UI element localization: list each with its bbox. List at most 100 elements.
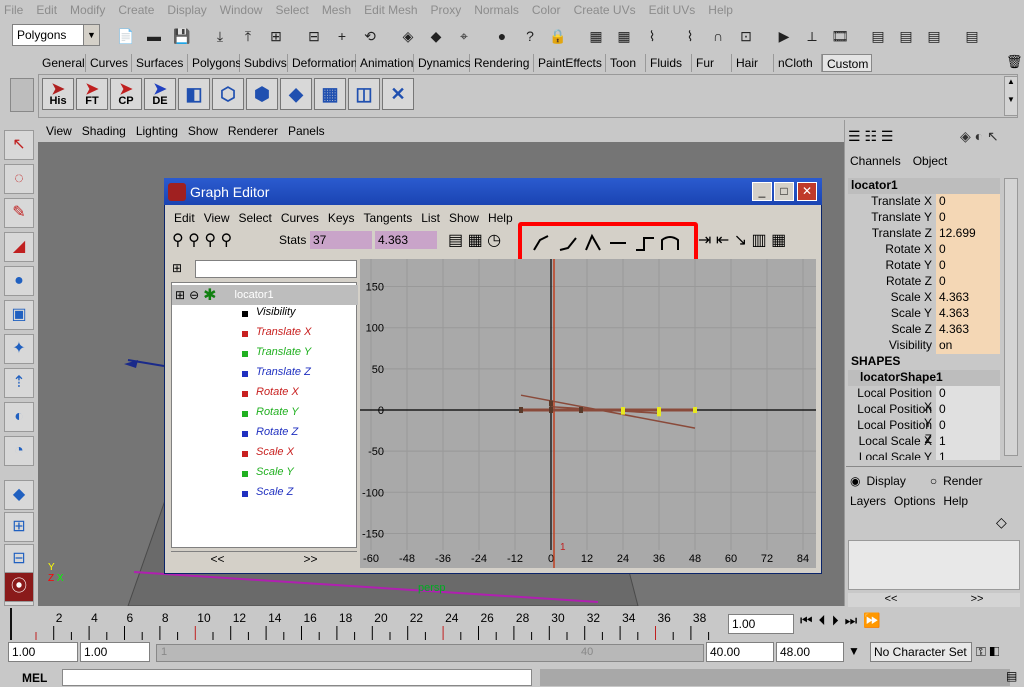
shelf-button-de[interactable]: ➤ DE	[144, 78, 176, 110]
menu-display[interactable]: Display	[167, 3, 206, 17]
last-tool-icon[interactable]: ◔	[4, 436, 34, 466]
channel-attribute-row[interactable]: Scale X 4.363	[848, 290, 1000, 306]
shape-attribute-row[interactable]: Local Position Z0	[848, 418, 1000, 446]
shelf-tab-rendering[interactable]: Rendering	[470, 54, 534, 72]
keyframe[interactable]	[549, 407, 553, 413]
character-set-field[interactable]: No Character Set	[870, 642, 972, 662]
graph-editor-titlebar[interactable]: Graph Editor	[164, 178, 822, 205]
menu-proxy[interactable]: Proxy	[431, 3, 462, 17]
menu-help[interactable]: Help	[708, 3, 733, 17]
viewport-menu-show[interactable]: Show	[188, 124, 218, 138]
help-icon[interactable]: ?	[520, 26, 540, 46]
poly-icon[interactable]: ▦	[614, 26, 634, 46]
snap-plane-icon[interactable]: ◈	[398, 26, 418, 46]
select-hierarchy-icon[interactable]: ⤓	[210, 26, 230, 46]
shape-attribute-value[interactable]: 1	[936, 434, 1000, 450]
graph-menu-list[interactable]: List	[421, 211, 440, 225]
keyframe[interactable]	[657, 410, 661, 417]
layout-four-icon[interactable]: ⊞	[4, 512, 34, 542]
range-slider[interactable]: 1 40	[156, 644, 704, 662]
chevron-down-icon[interactable]: ▼	[848, 644, 866, 662]
render-icon[interactable]: ●	[492, 26, 512, 46]
shelf-scrollbar[interactable]: ▲ ▼	[1004, 76, 1018, 116]
save-icon[interactable]: 💾	[172, 26, 192, 46]
channel-attribute-value[interactable]: 4.363	[936, 322, 1000, 338]
graph-menu-curves[interactable]: Curves	[281, 211, 319, 225]
channel-item[interactable]: Rotate X	[256, 386, 299, 398]
playback-controls[interactable]: ⏮⏴⏵⏭⏩	[800, 612, 1022, 636]
graph-menu-view[interactable]: View	[204, 211, 230, 225]
ipr-icon[interactable]: ▤	[924, 26, 944, 46]
channel-attribute-value[interactable]: 0	[936, 258, 1000, 274]
lock-icon[interactable]: 🔒	[548, 26, 568, 46]
menu-edit[interactable]: Edit	[36, 3, 57, 17]
shape-attribute-value[interactable]: 0	[936, 402, 1000, 418]
shape-attribute-row[interactable]: Local Position X0	[848, 386, 1000, 414]
edge-icon[interactable]: ⌇	[680, 26, 700, 46]
channel-attribute-row[interactable]: Translate X 0	[848, 194, 1000, 210]
stats-frame-field[interactable]: 37	[310, 231, 372, 249]
shelf-tab-fluids[interactable]: Fluids	[646, 54, 692, 72]
history-icon[interactable]: ⌖	[454, 26, 474, 46]
shelf-tab-polygons[interactable]: Polygons	[188, 54, 241, 72]
shelf-tool-icon[interactable]: ◆	[280, 78, 312, 110]
menu-edit-uvs[interactable]: Edit UVs	[649, 3, 696, 17]
shelf-button-ft[interactable]: ➤ FT	[76, 78, 108, 110]
close-button[interactable]: ✕	[797, 182, 817, 201]
layer-nav-right[interactable]: >>	[971, 593, 984, 607]
keyframe[interactable]	[549, 400, 553, 407]
maximize-button[interactable]: □	[774, 182, 794, 201]
channel-attribute-row[interactable]: Translate Z 12.699	[848, 226, 1000, 242]
graph-menu-show[interactable]: Show	[449, 211, 479, 225]
render-view-icon[interactable]: 🎞	[830, 26, 850, 46]
keyframe[interactable]	[519, 407, 523, 413]
shelf-tab-custom[interactable]: Custom	[822, 54, 872, 72]
soft-mod-icon[interactable]: ⇡	[4, 368, 34, 398]
rotate-tool-icon[interactable]: ●	[4, 266, 34, 296]
select-component-icon[interactable]: ⊞	[266, 26, 286, 46]
channel-item[interactable]: Translate Y	[256, 346, 311, 358]
channel-attribute-row[interactable]: Scale Z 4.363	[848, 322, 1000, 338]
channel-attribute-value[interactable]: 4.363	[936, 290, 1000, 306]
render-radio[interactable]: ○	[930, 474, 937, 488]
shelf-tab-curves[interactable]: Curves	[86, 54, 132, 72]
channel-attribute-value[interactable]: 12.699	[936, 226, 1000, 242]
shape-attribute-value[interactable]: 0	[936, 386, 1000, 402]
help-menu[interactable]: Help	[943, 494, 968, 510]
scale-tool-icon[interactable]: ▣	[4, 300, 34, 330]
move-tool-icon[interactable]: ◢	[4, 232, 34, 262]
channel-item[interactable]: Scale X	[256, 446, 294, 458]
select-object-icon[interactable]: ⤒	[238, 26, 258, 46]
channel-attribute-row[interactable]: Rotate X 0	[848, 242, 1000, 258]
curve-icon[interactable]: ⌇	[642, 26, 662, 46]
shelf-tab-animation[interactable]: Animation	[356, 54, 414, 72]
channel-attribute-row[interactable]: Rotate Y 0	[848, 258, 1000, 274]
channel-attribute-row[interactable]: Scale Y 4.363	[848, 306, 1000, 322]
menu-create-uvs[interactable]: Create UVs	[574, 3, 636, 17]
snap-live-icon[interactable]: ◆	[426, 26, 446, 46]
shelf-tab-painteffects[interactable]: PaintEffects	[534, 54, 606, 72]
command-input[interactable]	[62, 669, 532, 686]
keyframe[interactable]	[621, 408, 625, 415]
outliner-nav-left[interactable]: <<	[210, 552, 224, 568]
shelf-button-cp[interactable]: ➤ CP	[110, 78, 142, 110]
shape-name[interactable]: locatorShape1	[848, 370, 1000, 386]
layers-menu[interactable]: Layers	[850, 494, 886, 510]
hypershade-icon[interactable]: ▤	[896, 26, 916, 46]
channel-icon[interactable]: ▦	[586, 26, 606, 46]
playback-end-field[interactable]: 40.00	[706, 642, 774, 662]
channel-item[interactable]: Visibility	[256, 306, 296, 318]
channel-item[interactable]: Rotate Z	[256, 426, 298, 438]
lasso-tool-icon[interactable]: ◌	[4, 164, 34, 194]
minimize-button[interactable]: _	[752, 182, 772, 201]
new-layer-icon[interactable]: ◇	[996, 514, 1018, 534]
channel-attribute-value[interactable]: on	[936, 338, 1000, 354]
shelf-tab-dynamics[interactable]: Dynamics	[414, 54, 471, 72]
shelf-tool-icon[interactable]: ▦	[314, 78, 346, 110]
buffer-tool-icons[interactable]: ⇥ ⇤ ↘ ▥ ▦	[698, 230, 816, 254]
viewport-menu-panels[interactable]: Panels	[288, 124, 325, 138]
channel-attribute-row[interactable]: Rotate Z 0	[848, 274, 1000, 290]
shelf-button-his[interactable]: ➤ His	[42, 78, 74, 110]
shelf-tool-icon[interactable]: ◫	[348, 78, 380, 110]
channel-item[interactable]: Rotate Y	[256, 406, 299, 418]
